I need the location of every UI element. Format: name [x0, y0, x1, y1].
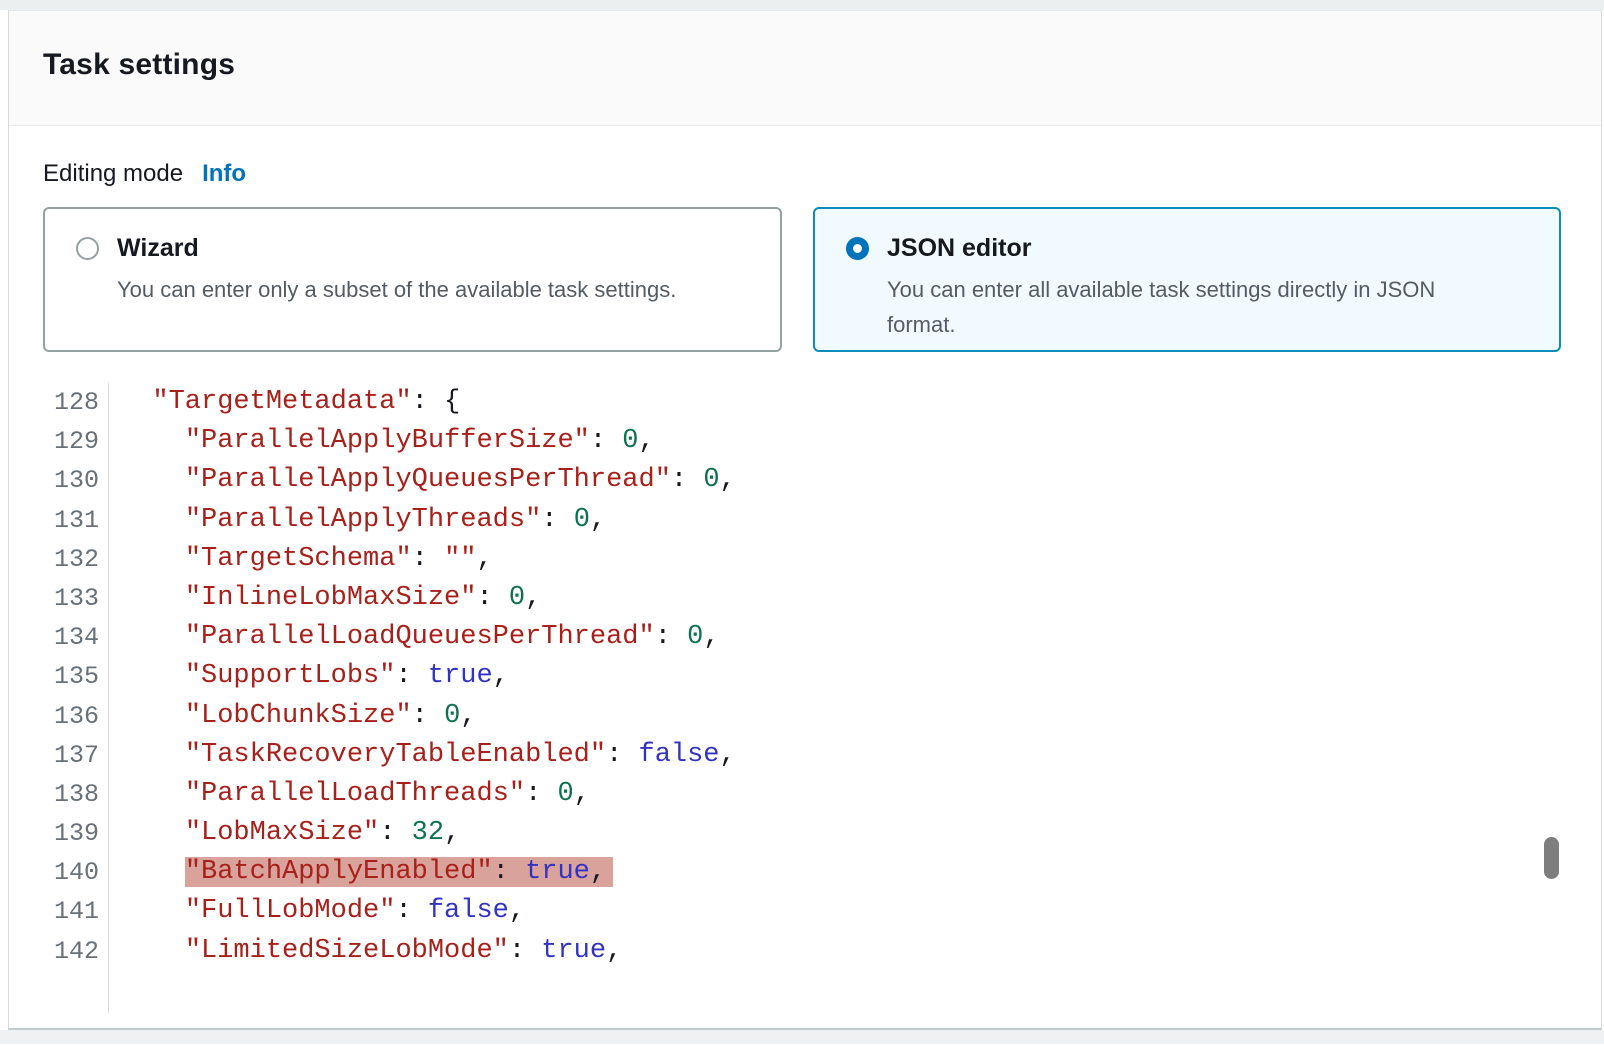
code-line-text: "ParallelLoadThreads": 0, — [108, 775, 590, 814]
code-line-text: "BatchApplyEnabled": true, — [108, 853, 613, 892]
radio-unselected-icon[interactable] — [76, 237, 99, 260]
tile-json-editor[interactable]: JSON editor You can enter all available … — [813, 207, 1561, 352]
line-number: 131 — [9, 501, 108, 540]
line-number: 139 — [9, 814, 108, 853]
page-top-strip — [0, 0, 1604, 10]
line-number: 142 — [9, 932, 108, 971]
code-line: 136 "LobChunkSize": 0, — [9, 697, 1601, 736]
code-line-text: "ParallelApplyBufferSize": 0, — [108, 422, 655, 461]
tile-wizard-label: Wizard — [117, 234, 676, 262]
code-line-text: "TargetMetadata": { — [108, 383, 460, 422]
line-number: 135 — [9, 657, 108, 696]
tile-json-label: JSON editor — [887, 234, 1497, 262]
line-number: 140 — [9, 853, 108, 892]
editing-mode-label: Editing mode — [43, 160, 183, 188]
code-line: 142 "LimitedSizeLobMode": true, — [9, 932, 1601, 971]
highlighted-code: "BatchApplyEnabled": true, — [185, 857, 613, 887]
line-number: 129 — [9, 422, 108, 461]
code-line-text: "LimitedSizeLobMode": true, — [108, 932, 622, 971]
task-settings-panel: Task settings Editing mode Info Wizard Y… — [8, 10, 1602, 1030]
line-number: 130 — [9, 461, 108, 500]
radio-selected-icon[interactable] — [846, 237, 869, 260]
line-number: 137 — [9, 736, 108, 775]
page-bottom-strip — [0, 1030, 1604, 1044]
panel-header: Task settings — [9, 11, 1601, 126]
scrollbar-thumb[interactable] — [1544, 837, 1559, 879]
line-number: 133 — [9, 579, 108, 618]
code-line: 132 "TargetSchema": "", — [9, 540, 1601, 579]
line-number: 132 — [9, 540, 108, 579]
gutter-divider — [108, 383, 109, 1013]
code-line-text: "LobMaxSize": 32, — [108, 814, 460, 853]
line-number: 128 — [9, 383, 108, 422]
json-code-editor[interactable]: 128 "TargetMetadata": {129 "ParallelAppl… — [9, 383, 1601, 1031]
panel-title: Task settings — [43, 48, 1601, 82]
code-lines: 128 "TargetMetadata": {129 "ParallelAppl… — [9, 383, 1601, 971]
code-line: 137 "TaskRecoveryTableEnabled": false, — [9, 736, 1601, 775]
code-line-text: "InlineLobMaxSize": 0, — [108, 579, 541, 618]
line-number: 141 — [9, 892, 108, 931]
code-line-text: "SupportLobs": true, — [108, 657, 509, 696]
code-line: 135 "SupportLobs": true, — [9, 657, 1601, 696]
tile-json-description: You can enter all available task setting… — [887, 272, 1497, 342]
editing-mode-tiles: Wizard You can enter only a subset of th… — [43, 207, 1567, 352]
code-line: 141 "FullLobMode": false, — [9, 892, 1601, 931]
tile-wizard-text: Wizard You can enter only a subset of th… — [117, 234, 676, 307]
tile-json-text: JSON editor You can enter all available … — [887, 234, 1497, 342]
code-line: 133 "InlineLobMaxSize": 0, — [9, 579, 1601, 618]
code-line: 140 "BatchApplyEnabled": true, — [9, 853, 1601, 892]
info-link[interactable]: Info — [202, 160, 246, 188]
editing-mode-section: Editing mode Info Wizard You can enter o… — [9, 126, 1601, 352]
code-line: 131 "ParallelApplyThreads": 0, — [9, 501, 1601, 540]
code-line-text: "FullLobMode": false, — [108, 892, 525, 931]
code-line: 139 "LobMaxSize": 32, — [9, 814, 1601, 853]
code-line: 134 "ParallelLoadQueuesPerThread": 0, — [9, 618, 1601, 657]
code-line: 138 "ParallelLoadThreads": 0, — [9, 775, 1601, 814]
code-line: 128 "TargetMetadata": { — [9, 383, 1601, 422]
code-line-text: "LobChunkSize": 0, — [108, 697, 476, 736]
tile-wizard-description: You can enter only a subset of the avail… — [117, 272, 676, 307]
tile-wizard[interactable]: Wizard You can enter only a subset of th… — [43, 207, 782, 352]
code-line: 130 "ParallelApplyQueuesPerThread": 0, — [9, 461, 1601, 500]
code-line-text: "ParallelLoadQueuesPerThread": 0, — [108, 618, 720, 657]
editing-mode-row: Editing mode Info — [43, 160, 1567, 194]
code-line-text: "ParallelApplyThreads": 0, — [108, 501, 606, 540]
line-number: 134 — [9, 618, 108, 657]
code-line-text: "ParallelApplyQueuesPerThread": 0, — [108, 461, 736, 500]
line-number: 136 — [9, 697, 108, 736]
code-line-text: "TaskRecoveryTableEnabled": false, — [108, 736, 736, 775]
code-line: 129 "ParallelApplyBufferSize": 0, — [9, 422, 1601, 461]
code-line-text: "TargetSchema": "", — [108, 540, 493, 579]
line-number: 138 — [9, 775, 108, 814]
